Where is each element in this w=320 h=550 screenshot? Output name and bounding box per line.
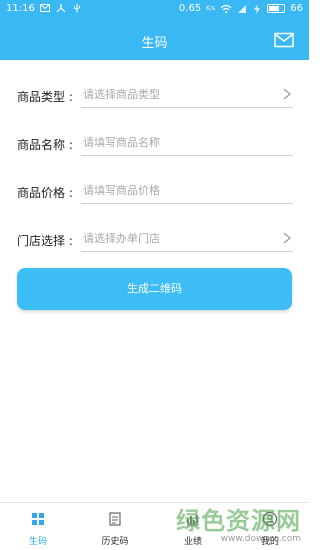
tab-performance-label: 业绩 <box>183 537 202 547</box>
battery-icon <box>267 4 286 13</box>
status-time: 11:16 <box>6 3 35 14</box>
chevron-right-icon <box>283 232 291 244</box>
status-right: 0.65 K/s 66 <box>179 3 303 14</box>
product-type-label: 商品类型 : <box>17 90 73 104</box>
message-icon <box>40 4 50 12</box>
product-price-label: 商品价格 : <box>17 186 73 200</box>
top-bar: 11:16 0.65 K/s 66 生码 <box>0 0 309 60</box>
signal-icon <box>238 4 247 13</box>
page-title: 生码 <box>141 36 168 51</box>
product-type-field[interactable] <box>81 82 293 108</box>
tab-mine[interactable]: 我的 <box>240 503 300 550</box>
bottom-tab-bar: 生码 历史码 业绩 我的 <box>0 502 309 550</box>
generate-qrcode-button[interactable]: 生成二维码 <box>17 268 292 310</box>
store-select[interactable] <box>81 226 271 250</box>
mail-icon[interactable] <box>274 32 294 48</box>
tab-performance[interactable]: 业绩 <box>163 503 223 550</box>
product-name-field[interactable] <box>81 130 293 156</box>
product-price-input[interactable] <box>81 178 271 202</box>
chevron-right-icon <box>283 88 291 100</box>
status-bar: 11:16 0.65 K/s 66 <box>0 0 309 20</box>
form-row-product-name[interactable]: 商品名称 : <box>17 108 293 156</box>
chart-icon <box>187 515 199 526</box>
net-speed-unit: K/s <box>206 4 216 12</box>
product-price-field[interactable] <box>81 178 293 204</box>
tab-mine-label: 我的 <box>260 537 279 547</box>
form-row-product-type[interactable]: 商品类型 : <box>17 60 293 108</box>
status-notification-icons <box>40 3 82 13</box>
tab-generate-label: 生码 <box>28 537 47 547</box>
product-name-label: 商品名称 : <box>17 138 73 152</box>
charging-icon <box>254 4 261 13</box>
grid-icon <box>32 513 44 525</box>
store-select-field[interactable] <box>81 226 293 252</box>
tab-history-label: 历史码 <box>101 537 129 547</box>
tab-history[interactable]: 历史码 <box>85 503 145 550</box>
store-select-label: 门店选择 : <box>17 234 73 248</box>
product-name-input[interactable] <box>81 130 271 154</box>
tab-generate[interactable]: 生码 <box>8 503 68 550</box>
share-icon <box>56 4 66 13</box>
wifi-icon <box>220 4 232 13</box>
net-speed: 0.65 <box>178 3 202 14</box>
history-icon <box>109 512 121 526</box>
battery-percent: 66 <box>290 3 303 14</box>
form-row-store-select[interactable]: 门店选择 : <box>17 204 293 252</box>
form-row-product-price[interactable]: 商品价格 : <box>17 156 293 204</box>
profile-icon <box>262 511 278 527</box>
product-type-select[interactable] <box>81 82 271 106</box>
usb-icon <box>74 3 80 13</box>
